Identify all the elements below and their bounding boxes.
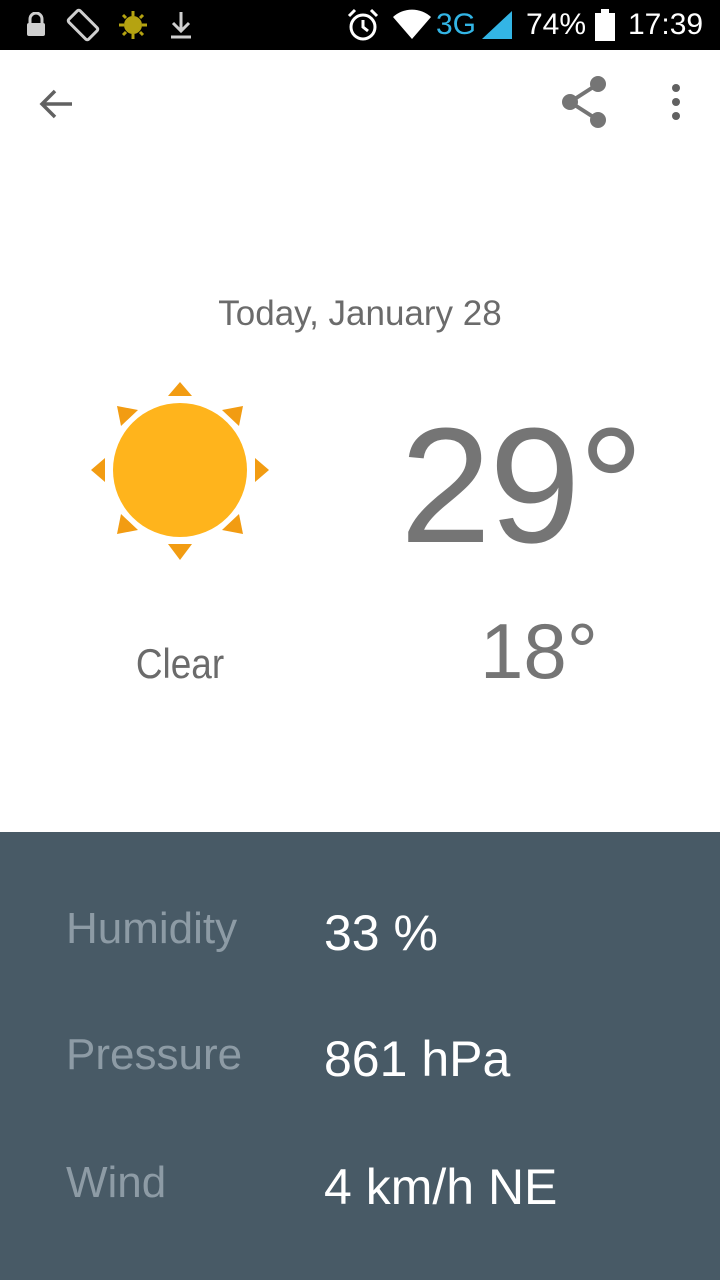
share-icon [558, 74, 610, 135]
download-icon [168, 0, 194, 50]
toolbar [0, 50, 720, 162]
battery-icon [594, 0, 616, 50]
wind-value: 4 km/h NE [324, 1159, 558, 1215]
back-arrow-icon [38, 88, 74, 125]
status-bar: 3G 74% 17:39 [0, 0, 720, 50]
humidity-value: 33 % [324, 905, 438, 961]
high-temperature: 29° [400, 394, 644, 577]
sun-icon [88, 380, 272, 564]
alarm-icon [345, 0, 381, 50]
sun-notification-icon [118, 0, 148, 50]
wind-label: Wind [66, 1158, 167, 1207]
share-button[interactable] [552, 72, 616, 136]
clock: 17:39 [628, 8, 704, 41]
lock-icon [24, 0, 48, 50]
more-options-button[interactable] [652, 72, 700, 136]
low-temperature: 18° [480, 607, 598, 695]
weather-condition: Clear [135, 640, 225, 687]
wifi-icon [392, 0, 432, 50]
humidity-label: Humidity [66, 904, 238, 953]
back-button[interactable] [24, 74, 88, 138]
wind-row: Wind 4 km/h NE [0, 1158, 720, 1238]
more-vert-icon [670, 82, 682, 127]
signal-icon [480, 0, 514, 50]
screen-rotation-icon [66, 0, 100, 50]
battery-percent: 74% [526, 8, 587, 41]
network-type-label: 3G [436, 8, 477, 41]
details-panel: Humidity 33 % Pressure 861 hPa Wind 4 km… [0, 832, 720, 1280]
pressure-label: Pressure [66, 1030, 243, 1079]
pressure-row: Pressure 861 hPa [0, 1030, 720, 1110]
pressure-value: 861 hPa [324, 1031, 511, 1087]
humidity-row: Humidity 33 % [0, 904, 720, 984]
forecast-date: Today, January 28 [218, 294, 502, 333]
